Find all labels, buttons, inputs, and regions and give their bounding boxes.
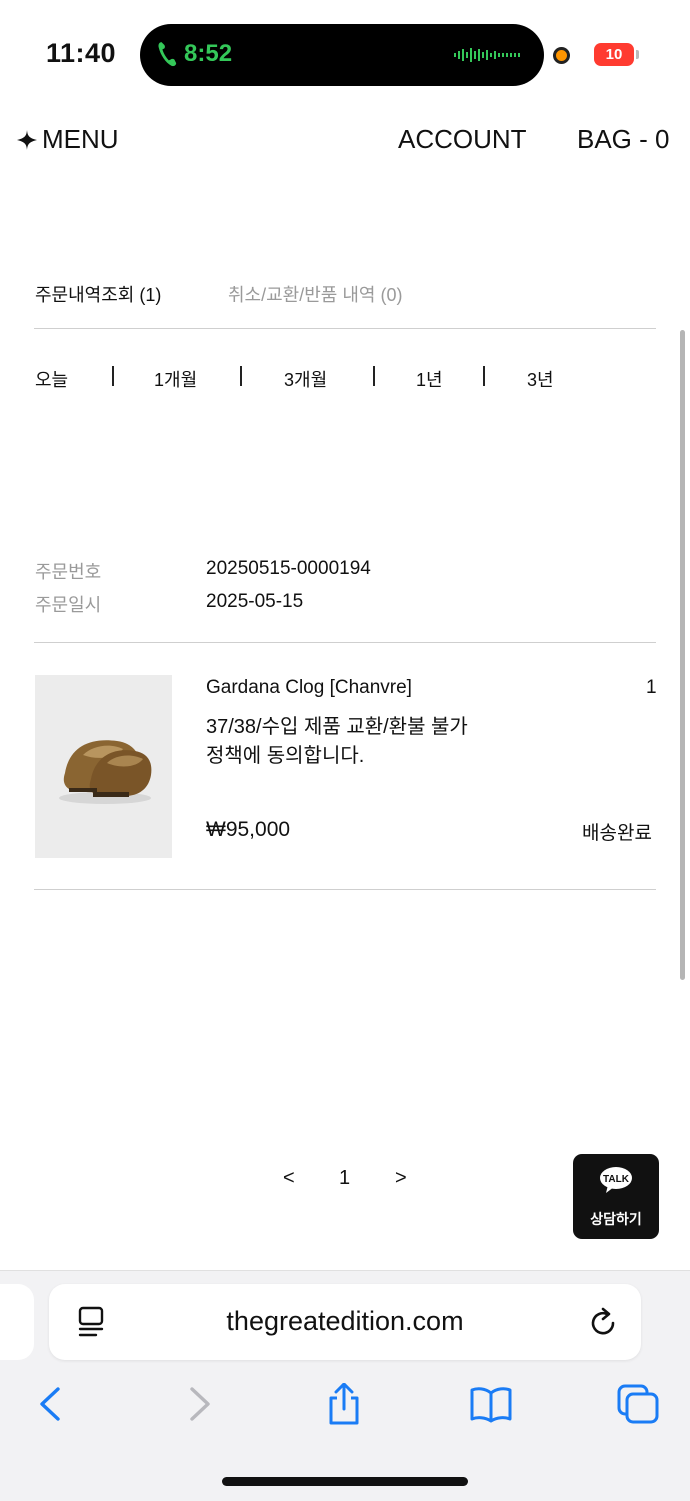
order-date-label: 주문일시 <box>35 595 102 615</box>
page-scrollbar[interactable] <box>680 330 685 980</box>
divider <box>34 889 656 890</box>
product-name[interactable]: Gardana Clog [Chanvre] <box>206 677 412 699</box>
divider <box>34 328 656 329</box>
period-separator <box>240 366 242 386</box>
previous-tab-preview[interactable] <box>0 1284 34 1360</box>
period-1-month[interactable]: 1개월 <box>154 366 197 392</box>
product-option-line-1: 37/38/수입 제품 교환/환불 불가 <box>206 716 468 738</box>
address-bar[interactable]: thegreatedition.com <box>49 1284 641 1360</box>
clog-shoes-illustration <box>59 740 152 804</box>
reload-icon[interactable] <box>589 1306 619 1338</box>
pagination-page-1[interactable]: 1 <box>339 1167 350 1190</box>
bookmarks-icon[interactable] <box>469 1383 513 1425</box>
product-option-line-2: 정책에 동의합니다. <box>206 745 365 767</box>
period-3-years[interactable]: 3년 <box>527 366 554 392</box>
dynamic-island[interactable]: 8:52 <box>140 24 544 86</box>
pagination-prev[interactable]: < <box>283 1167 295 1190</box>
account-link[interactable]: ACCOUNT <box>398 124 527 155</box>
battery-tip <box>636 50 639 59</box>
product-image[interactable] <box>35 675 172 858</box>
talk-bubble-text: TALK <box>603 1174 630 1185</box>
period-separator <box>483 366 485 386</box>
period-separator <box>112 366 114 386</box>
talk-label: 상담하기 <box>590 1211 642 1227</box>
menu-label: MENU <box>42 124 119 154</box>
delivery-status: 배송완료 <box>582 823 652 844</box>
talk-consult-button[interactable]: TALK 상담하기 <box>573 1154 659 1239</box>
star-icon <box>17 129 37 150</box>
order-number[interactable]: 20250515-0000194 <box>206 558 371 580</box>
bag-link[interactable]: BAG - 0 <box>577 124 669 155</box>
period-today[interactable]: 오늘 <box>35 366 68 392</box>
order-number-label: 주문번호 <box>35 562 102 582</box>
menu-button[interactable]: MENU <box>16 124 119 155</box>
period-1-year[interactable]: 1년 <box>416 366 443 392</box>
period-separator <box>373 366 375 386</box>
tab-cancel-exchange-return[interactable]: 취소/교환/반품 내역 (0) <box>228 281 402 307</box>
chat-bubble-icon: TALK <box>600 1167 632 1193</box>
order-date: 2025-05-15 <box>206 591 304 612</box>
url-text[interactable]: thegreatedition.com <box>49 1306 641 1337</box>
product-price: ₩95,000 <box>206 818 291 841</box>
phone-icon <box>158 42 177 67</box>
mic-indicator-dot <box>553 47 570 64</box>
period-3-months[interactable]: 3개월 <box>284 366 327 392</box>
call-timer: 8:52 <box>184 40 233 67</box>
audio-waveform-icon <box>454 48 520 62</box>
share-icon[interactable] <box>322 1383 366 1425</box>
divider <box>34 642 656 643</box>
product-quantity: 1 <box>646 677 657 698</box>
battery-indicator: 10 <box>594 43 634 66</box>
home-indicator <box>222 1477 468 1486</box>
pagination-next[interactable]: > <box>395 1167 407 1190</box>
status-time: 11:40 <box>46 38 117 68</box>
tab-order-history[interactable]: 주문내역조회 (1) <box>35 281 161 307</box>
tabs-icon[interactable] <box>616 1383 660 1425</box>
back-icon[interactable] <box>28 1383 72 1425</box>
product-option: 37/38/수입 제품 교환/환불 불가 정책에 동의합니다. <box>206 713 526 771</box>
forward-icon[interactable] <box>178 1383 222 1425</box>
